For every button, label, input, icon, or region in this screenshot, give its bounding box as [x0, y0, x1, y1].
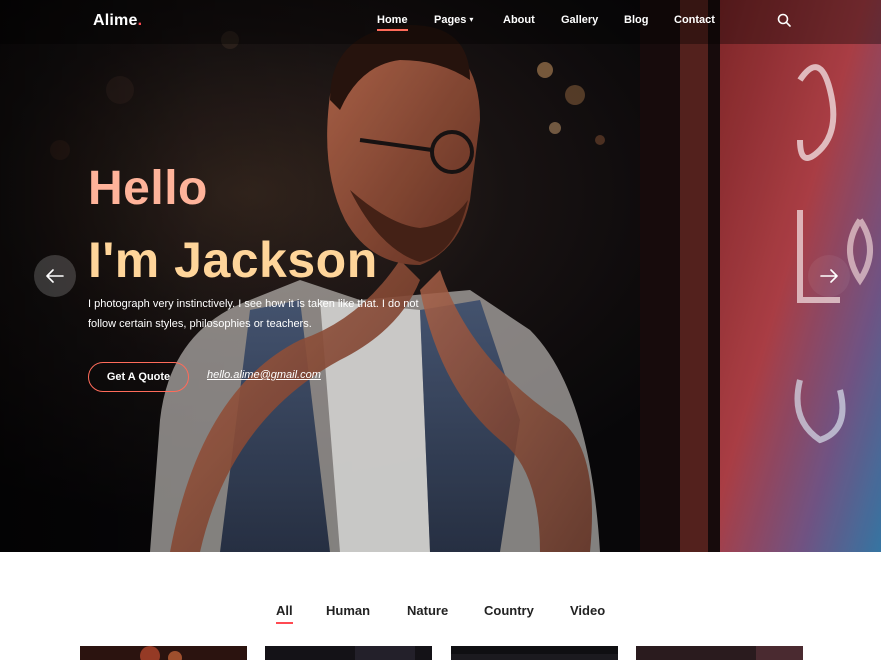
email-link[interactable]: hello.alime@gmail.com — [207, 369, 321, 381]
get-a-quote-button[interactable]: Get A Quote — [88, 362, 189, 392]
nav-about[interactable]: About — [503, 14, 535, 26]
nav-blog[interactable]: Blog — [624, 14, 648, 26]
tab-human[interactable]: Human — [326, 603, 370, 618]
arrow-right-icon[interactable] — [808, 255, 850, 297]
tab-all[interactable]: All — [276, 603, 293, 624]
tab-video[interactable]: Video — [570, 603, 605, 618]
hero-slider: Alime. Home Pages ▾ About Gallery Blog Co… — [0, 0, 881, 552]
tab-nature[interactable]: Nature — [407, 603, 448, 618]
search-icon[interactable] — [776, 12, 792, 28]
nav-contact[interactable]: Contact — [674, 14, 715, 26]
hero-headline: I'm Jackson — [88, 232, 378, 288]
nav-pages[interactable]: Pages ▾ — [434, 14, 473, 26]
arrow-left-icon[interactable] — [34, 255, 76, 297]
nav-home[interactable]: Home — [377, 14, 408, 31]
nav-pages-label: Pages — [434, 14, 467, 26]
tab-country[interactable]: Country — [484, 603, 534, 618]
portfolio-filter-tabs: All Human Nature Country Video — [0, 603, 881, 625]
header-bar: Alime. Home Pages ▾ About Gallery Blog Co… — [0, 0, 881, 44]
hero-greeting: Hello — [88, 162, 208, 215]
hero-intro-line-1: I photograph very instinctively. I see h… — [88, 298, 419, 310]
main-nav: Home Pages ▾ About Gallery Blog Contact — [0, 14, 881, 34]
chevron-down-icon: ▾ — [469, 15, 474, 24]
hero-intro: I photograph very instinctively. I see h… — [88, 294, 433, 334]
nav-gallery[interactable]: Gallery — [561, 14, 598, 26]
hero-intro-line-2: follow certain styles, philosophies or t… — [88, 318, 312, 330]
